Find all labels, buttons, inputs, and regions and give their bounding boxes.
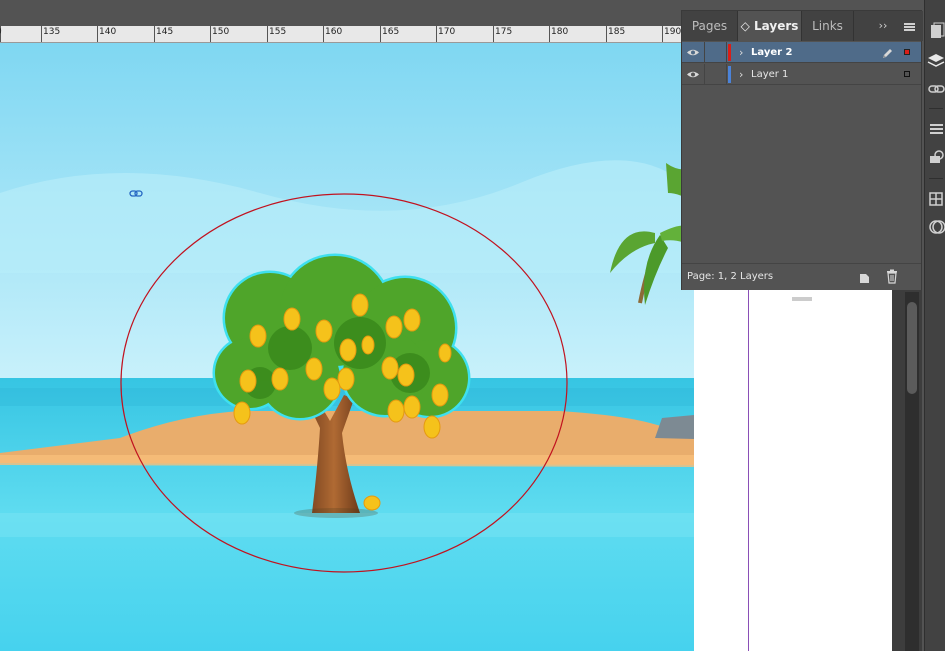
ruler-tick (436, 26, 437, 42)
ruler-tick (662, 26, 663, 42)
ruler-tick (210, 26, 211, 42)
pen-icon (880, 46, 894, 60)
eye-icon[interactable] (682, 64, 705, 85)
ruler-tick (493, 26, 494, 42)
selection-square[interactable] (904, 49, 910, 55)
grid-panel-icon[interactable] (927, 190, 945, 208)
swatches-panel-icon[interactable] (927, 148, 945, 166)
ruler-label: 185 (608, 27, 626, 37)
tab-layers[interactable]: ◇ Layers (738, 11, 802, 41)
tab-layers-label: Layers (754, 19, 799, 33)
panel-expand-icon[interactable]: ›› (874, 11, 892, 41)
layer-row-layer-1[interactable]: › Layer 1 (682, 64, 921, 85)
panel-dock (924, 0, 945, 651)
trash-icon[interactable] (885, 269, 899, 284)
ruler-label: 180 (551, 27, 569, 37)
ruler-tick (606, 26, 607, 42)
ruler-label: 150 (212, 27, 230, 37)
stroke-panel-icon[interactable] (927, 120, 945, 138)
ruler-label: 135 (43, 27, 61, 37)
layer-name[interactable]: Layer 1 (751, 64, 788, 85)
ruler-label: 0 (0, 27, 2, 37)
ruler-label: 155 (269, 27, 287, 37)
eye-icon[interactable] (682, 42, 705, 63)
ruler-tick (267, 26, 268, 42)
layer-color-swatch (728, 44, 731, 61)
ruler-tick (154, 26, 155, 42)
scrollbar-thumb[interactable] (907, 302, 917, 394)
tab-links[interactable]: Links (802, 11, 854, 41)
ruler-label: 145 (156, 27, 174, 37)
ruler-label: 140 (99, 27, 117, 37)
layers-panel: Pages ◇ Layers Links ›› › Layer 2 › Laye… (681, 10, 923, 301)
ruler-label: 165 (382, 27, 400, 37)
margin-guide (748, 290, 749, 651)
ruler-label: 190 (664, 27, 682, 37)
new-layer-icon[interactable] (858, 270, 872, 284)
lock-toggle[interactable] (704, 42, 727, 63)
layer-row-layer-2[interactable]: › Layer 2 (682, 42, 921, 63)
link-icon[interactable] (927, 80, 945, 98)
layers-status: Page: 1, 2 Layers (687, 271, 774, 282)
layer-name[interactable]: Layer 2 (751, 42, 792, 63)
pages-panel-icon[interactable] (927, 22, 945, 40)
ruler-label: 175 (495, 27, 513, 37)
selection-square[interactable] (904, 71, 910, 77)
panel-tabs: Pages ◇ Layers Links ›› (682, 11, 923, 41)
chevron-right-icon[interactable]: › (739, 64, 743, 85)
document-page[interactable] (694, 290, 892, 651)
ruler-tick (97, 26, 98, 42)
ruler-tick (549, 26, 550, 42)
lock-toggle[interactable] (704, 64, 727, 85)
horizontal-ruler[interactable]: 0 135 140 145 150 155 160 165 170 175 18… (0, 26, 682, 43)
dock-separator (929, 108, 943, 109)
panel-resize-grip[interactable] (790, 286, 814, 301)
effects-panel-icon[interactable] (927, 218, 945, 236)
island-artwork[interactable] (0, 43, 694, 651)
layer-color-swatch (728, 66, 731, 83)
ruler-tick (380, 26, 381, 42)
tab-pages[interactable]: Pages (682, 11, 738, 41)
ruler-tick (323, 26, 324, 42)
ruler-label: 160 (325, 27, 343, 37)
ruler-tick (41, 26, 42, 42)
ruler-label: 170 (438, 27, 456, 37)
layers-panel-icon[interactable] (927, 52, 945, 70)
sandbar-shadow (0, 455, 694, 467)
chevron-right-icon[interactable]: › (739, 42, 743, 63)
panel-menu-icon[interactable] (900, 11, 920, 41)
dock-separator (929, 178, 943, 179)
tab-layers-arrows: ◇ (740, 19, 754, 33)
